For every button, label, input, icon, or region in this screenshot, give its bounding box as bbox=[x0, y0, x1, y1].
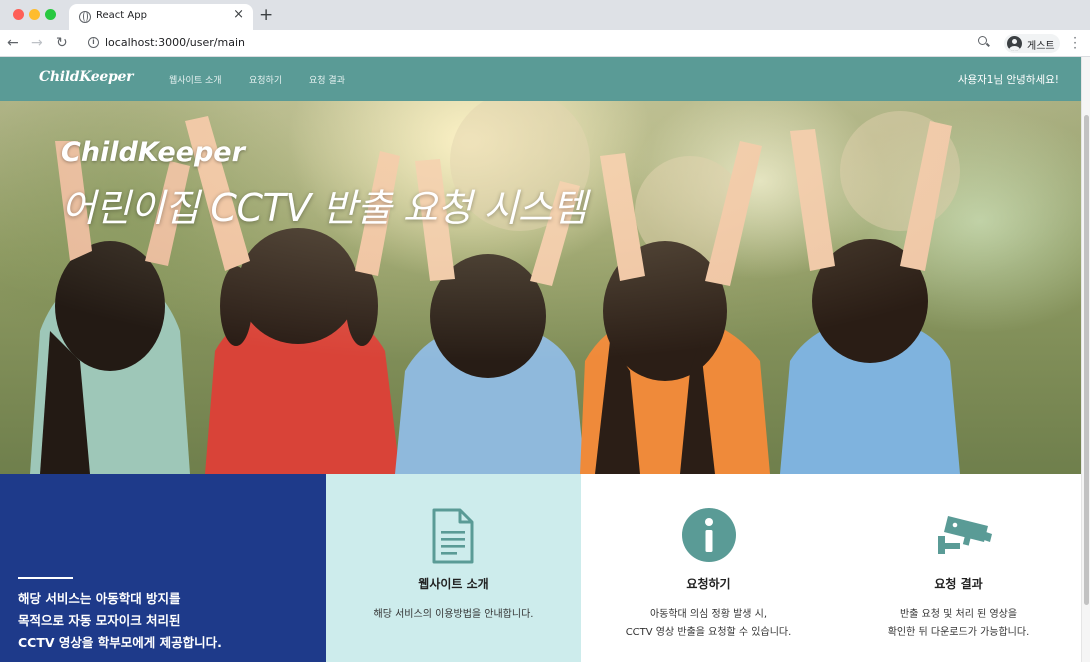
user-greeting: 사용자1님 안녕하세요! bbox=[957, 74, 1059, 86]
hero-headline: 어린이집 CCTV 반출 요청 시스템 bbox=[61, 186, 587, 230]
minimize-window-button[interactable] bbox=[29, 9, 40, 20]
card-website-intro[interactable]: 웹사이트 소개 해당 서비스의 이용방법을 안내합니다. bbox=[326, 474, 581, 662]
hero-brand-title: ChildKeeper bbox=[61, 137, 245, 168]
card-description: 확인한 뒤 다운로드가 가능합니다. bbox=[887, 627, 1030, 638]
card-description: 반출 요청 및 처리 된 영상을 bbox=[899, 609, 1018, 620]
about-text-line: 목적으로 자동 모자이크 처리된 bbox=[18, 613, 181, 628]
card-description: 해당 서비스의 이용방법을 안내합니다. bbox=[373, 609, 534, 620]
page-scrollbar[interactable] bbox=[1081, 57, 1090, 662]
close-window-button[interactable] bbox=[13, 9, 24, 20]
browser-titlebar: React App × + bbox=[0, 0, 1090, 30]
zoom-icon[interactable] bbox=[978, 36, 987, 45]
page-viewport: ChildKeeper 웹사이트 소개 요청하기 요청 결과 사용자1님 안녕하… bbox=[0, 57, 1081, 662]
more-menu-icon[interactable]: · · · bbox=[1072, 32, 1078, 54]
document-icon bbox=[432, 508, 474, 564]
scrollbar-thumb[interactable] bbox=[1084, 115, 1089, 605]
maximize-window-button[interactable] bbox=[45, 9, 56, 20]
reload-icon[interactable]: ↻ bbox=[56, 34, 68, 52]
info-icon bbox=[682, 508, 736, 562]
site-navbar: ChildKeeper 웹사이트 소개 요청하기 요청 결과 사용자1님 안녕하… bbox=[0, 57, 1081, 101]
cctv-camera-icon bbox=[938, 516, 992, 554]
divider bbox=[18, 577, 73, 579]
back-arrow-icon[interactable]: ← bbox=[7, 34, 19, 52]
card-title: 요청하기 bbox=[686, 577, 731, 591]
browser-tab[interactable]: React App × bbox=[69, 4, 253, 30]
forward-arrow-icon[interactable]: → bbox=[31, 34, 43, 52]
globe-icon bbox=[79, 11, 91, 23]
nav-link-results[interactable]: 요청 결과 bbox=[309, 73, 345, 86]
site-info-icon[interactable]: i bbox=[88, 37, 99, 48]
site-logo[interactable]: ChildKeeper bbox=[39, 69, 134, 85]
profile-button[interactable]: 게스트 bbox=[1004, 34, 1060, 53]
card-description: 아동학대 의심 정황 발생 시, bbox=[649, 609, 768, 620]
nav-link-request[interactable]: 요청하기 bbox=[249, 73, 282, 86]
about-text-line: CCTV 영상을 학부모에게 제공합니다. bbox=[18, 635, 222, 650]
card-title: 웹사이트 소개 bbox=[418, 577, 489, 591]
tab-title: React App bbox=[96, 10, 147, 21]
avatar-icon bbox=[1007, 36, 1022, 51]
close-tab-icon[interactable]: × bbox=[233, 8, 244, 22]
new-tab-icon[interactable]: + bbox=[259, 5, 273, 25]
browser-toolbar: ← → ↻ i localhost:3000/user/main 게스트 · · · bbox=[0, 30, 1090, 57]
card-results[interactable]: 요청 결과 반출 요청 및 처리 된 영상을 확인한 뒤 다운로드가 가능합니다… bbox=[836, 474, 1081, 662]
card-description: CCTV 영상 반출을 요청할 수 있습니다. bbox=[625, 627, 792, 638]
nav-link-about[interactable]: 웹사이트 소개 bbox=[169, 73, 222, 86]
address-bar[interactable]: localhost:3000/user/main bbox=[105, 36, 245, 49]
card-request[interactable]: 요청하기 아동학대 의심 정황 발생 시, CCTV 영상 반출을 요청할 수 … bbox=[581, 474, 836, 662]
hero-banner: ChildKeeper 어린이집 CCTV 반출 요청 시스템 bbox=[0, 101, 1081, 474]
profile-label: 게스트 bbox=[1027, 41, 1055, 52]
card-title: 요청 결과 bbox=[934, 577, 983, 591]
about-service-panel: 해당 서비스는 아동학대 방지를 목적으로 자동 모자이크 처리된 CCTV 영… bbox=[0, 474, 326, 662]
about-text-line: 해당 서비스는 아동학대 방지를 bbox=[18, 591, 181, 606]
